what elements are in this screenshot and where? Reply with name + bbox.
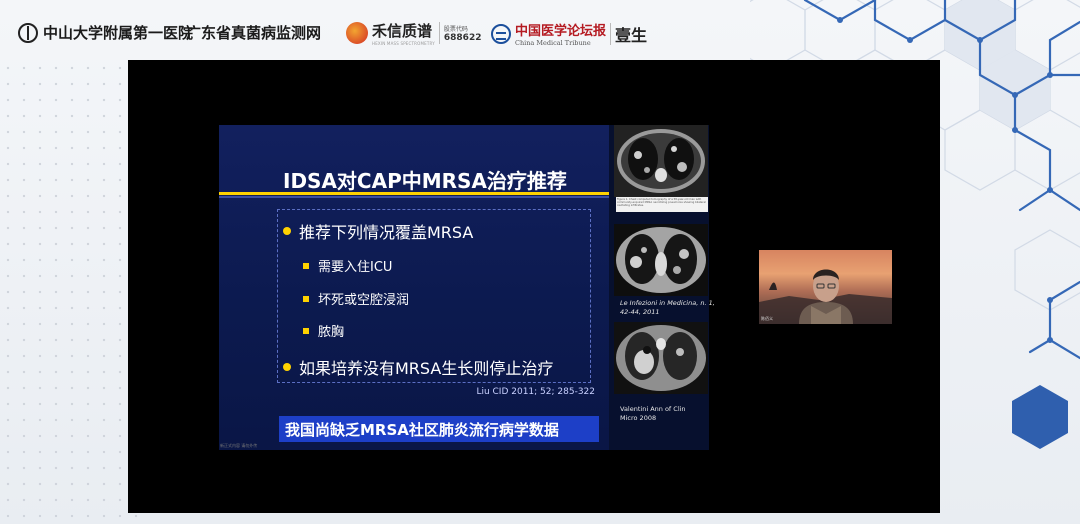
hospital-logo: 中山大学附属第一医院 — [18, 22, 193, 43]
caption-line: Valentini Ann of Clin — [620, 405, 686, 413]
caption-line: Le Infezioni in Medicina, n. 1, — [620, 299, 715, 307]
hospital-name: 中山大学附属第一医院 — [43, 24, 194, 42]
sysu-emblem-icon — [18, 22, 38, 43]
chest-ct-image — [614, 125, 708, 197]
yellow-square-icon — [303, 262, 309, 269]
bullet-text: 推荐下列情况覆盖MRSA — [299, 223, 474, 242]
bullet-item: 如果培养没有MRSA生长则停止治疗 — [283, 355, 553, 379]
sub-bullet-item: 需要入住ICU — [303, 256, 392, 275]
figure-caption: Figure 1. Chest computed tomography of a… — [616, 197, 708, 212]
caption-line: 42-44, 2011 — [620, 308, 660, 316]
sub-bullet-text: 坏死或空腔浸润 — [318, 293, 410, 308]
yellow-square-icon — [303, 295, 309, 302]
cmt-english-name: China Medical Tribune — [515, 39, 591, 47]
cmt-emblem-icon — [491, 23, 511, 44]
header-bar: 中山大学附属第一医院 广东省真菌病监测网 禾信质谱 HEXIN MASS SPE… — [0, 0, 1080, 60]
network-logo: 广东省真菌病监测网 — [186, 22, 321, 43]
bullet-item: 推荐下列情况覆盖MRSA — [283, 219, 473, 243]
bullet-text: 如果培养没有MRSA生长则停止治疗 — [299, 359, 554, 378]
figure-caption: Le Infezioni in Medicina, n. 1, 42-44, 2… — [620, 299, 715, 317]
sub-bullet-text: 需要入住ICU — [318, 260, 393, 275]
yellow-square-icon — [303, 327, 309, 334]
divider — [438, 22, 440, 44]
title-underline-blue — [219, 196, 609, 198]
chest-ct-image — [614, 224, 708, 296]
cmt-name: 中国医学论坛报 — [515, 24, 607, 39]
speaker-webcam[interactable]: 陈佰义 — [759, 250, 892, 324]
sub-bullet-text: 脓胸 — [318, 325, 345, 340]
yellow-dot-icon — [283, 227, 291, 235]
stock-code: 688622 — [443, 32, 482, 43]
speaker-person-icon — [759, 269, 892, 324]
hexin-emblem-icon — [346, 22, 368, 44]
figure-caption: Valentini Ann of Clin Micro 2008 — [620, 405, 686, 423]
divider — [610, 22, 612, 45]
slide-title: IDSA对CAP中MRSA治疗推荐 — [283, 169, 567, 193]
chest-ct-image — [614, 322, 708, 394]
network-name: 广东省真菌病监测网 — [186, 24, 322, 42]
yellow-dot-icon — [283, 363, 291, 371]
sub-bullet-item: 坏死或空腔浸润 — [303, 289, 409, 308]
yisheng-logo: 壹生 — [615, 25, 648, 45]
title-underline-yellow — [219, 192, 609, 195]
hexin-subtitle: HEXIN MASS SPECTROMETRY — [372, 41, 435, 46]
hexin-logo: 禾信质谱 HEXIN MASS SPECTROMETRY 股票代码 688622 — [346, 20, 481, 46]
hexin-name: 禾信质谱 — [372, 22, 433, 40]
citation: Liu CID 2011; 52; 285-322 — [476, 387, 595, 397]
dotted-background — [0, 60, 140, 524]
speaker-name-tag: 陈佰义 — [761, 316, 773, 321]
stock-code-label: 股票代码 — [443, 25, 468, 33]
cmt-logo: 中国医学论坛报 China Medical Tribune 壹生 — [491, 20, 647, 47]
presentation-slide: IDSA对CAP中MRSA治疗推荐 推荐下列情况覆盖MRSA 需要入住ICU 坏… — [219, 125, 609, 450]
caption-line: Micro 2008 — [620, 414, 657, 422]
sub-bullet-item: 脓胸 — [303, 321, 344, 340]
slide-watermark: 新正式内容 请勿外传 — [220, 443, 258, 448]
highlight-banner: 我国尚缺乏MRSA社区肺炎流行病学数据 — [279, 416, 599, 442]
